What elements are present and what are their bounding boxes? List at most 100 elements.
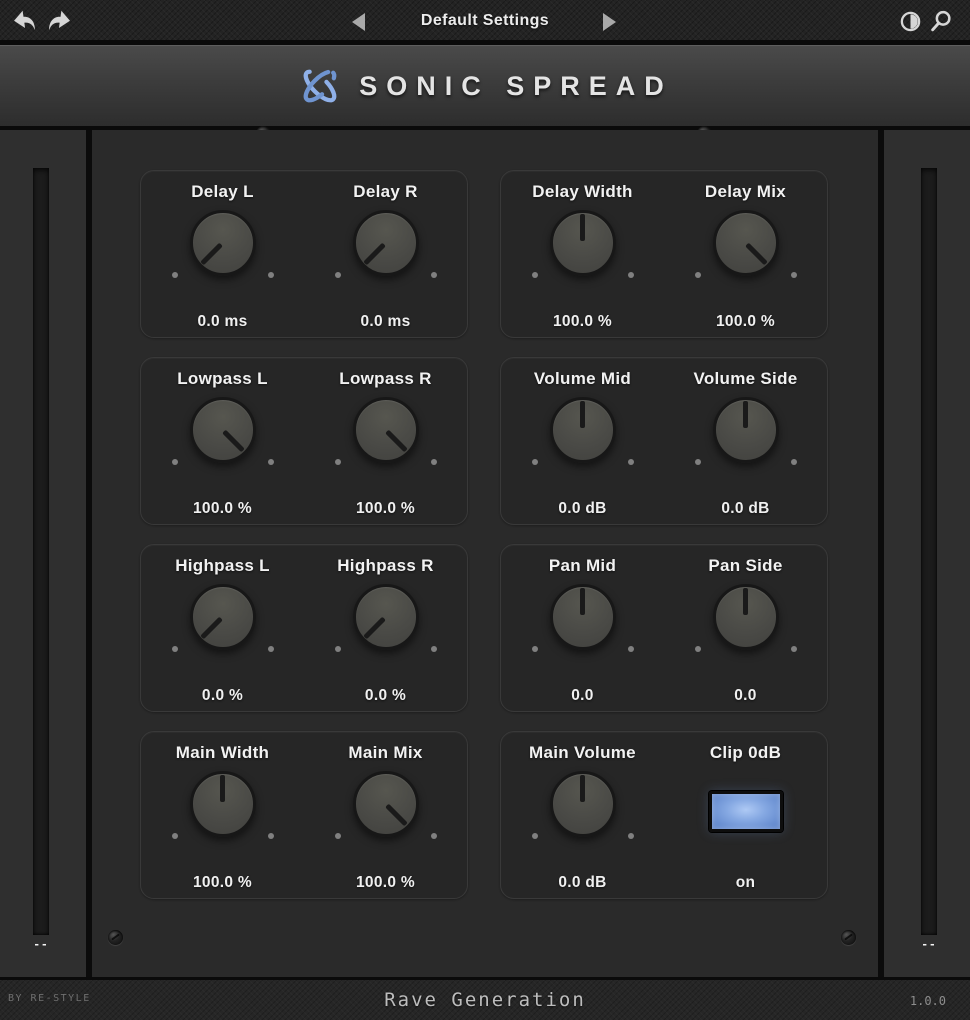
knob-cell: Delay Width 100.0 % xyxy=(501,171,664,337)
knob-group: Delay L 0.0 ms Delay R 0.0 ms xyxy=(140,170,468,338)
knob-max-dot-icon xyxy=(628,646,634,652)
footer: BY RE-STYLE Rave Generation 1.0.0 xyxy=(0,977,970,1020)
knob-pointer-icon xyxy=(385,430,408,453)
knob-row: Delay Width 100.0 % Delay Mix 100.0 % xyxy=(501,171,827,337)
knob-max-dot-icon xyxy=(268,459,274,465)
product-name: Rave Generation xyxy=(384,989,586,1011)
preset-prev-button[interactable] xyxy=(352,13,365,31)
knob[interactable] xyxy=(713,397,779,463)
knob[interactable] xyxy=(353,771,419,837)
knob-wrap xyxy=(316,769,456,865)
knob-wrap xyxy=(676,208,816,304)
meter-readout-right: -- xyxy=(917,938,941,951)
knob[interactable] xyxy=(713,584,779,650)
knob-value: 100.0 % xyxy=(553,313,612,331)
knob[interactable] xyxy=(353,584,419,650)
knob[interactable] xyxy=(713,210,779,276)
knob-row: Main Width 100.0 % Main Mix 100.0 % xyxy=(141,732,467,898)
knob-min-dot-icon xyxy=(172,833,178,839)
knob-pointer-icon xyxy=(745,243,768,266)
knob-value: 100.0 % xyxy=(716,313,775,331)
knob-wrap xyxy=(513,582,653,678)
knob-pointer-icon xyxy=(580,214,585,241)
knob-min-dot-icon xyxy=(335,459,341,465)
knob-cell: Volume Mid 0.0 dB xyxy=(501,358,664,524)
knob-value: 100.0 % xyxy=(193,874,252,892)
panel-screw-left xyxy=(108,930,123,945)
knob-label: Highpass L xyxy=(175,556,270,578)
knob-min-dot-icon xyxy=(172,272,178,278)
knob[interactable] xyxy=(190,397,256,463)
knob-value: 0.0 dB xyxy=(558,874,606,892)
knob-wrap xyxy=(316,582,456,678)
knob-row: Pan Mid 0.0 Pan Side 0.0 xyxy=(501,545,827,711)
knob[interactable] xyxy=(353,397,419,463)
clip-toggle-button[interactable] xyxy=(709,791,783,832)
knob-max-dot-icon xyxy=(628,459,634,465)
sonic-spread-logo-icon xyxy=(297,63,343,109)
knob-min-dot-icon xyxy=(335,646,341,652)
knob[interactable] xyxy=(550,397,616,463)
knob-pointer-icon xyxy=(222,430,245,453)
preset-next-icon xyxy=(603,13,616,31)
knob-max-dot-icon xyxy=(791,459,797,465)
titlebar: Default Settings xyxy=(0,0,970,45)
knob-max-dot-icon xyxy=(628,833,634,839)
knob-pointer-icon xyxy=(363,617,386,640)
undo-button[interactable] xyxy=(12,7,40,42)
knob[interactable] xyxy=(550,210,616,276)
knob-cell: Delay R 0.0 ms xyxy=(304,171,467,337)
knob-max-dot-icon xyxy=(431,833,437,839)
knob[interactable] xyxy=(550,771,616,837)
knob-row: Delay L 0.0 ms Delay R 0.0 ms xyxy=(141,171,467,337)
knob-pointer-icon xyxy=(200,617,223,640)
knob-value: 100.0 % xyxy=(193,500,252,518)
knob[interactable] xyxy=(190,771,256,837)
preset-name[interactable]: Default Settings xyxy=(421,12,549,30)
knob-wrap xyxy=(316,395,456,491)
knob[interactable] xyxy=(190,584,256,650)
knob-pointer-icon xyxy=(363,243,386,266)
knob-wrap xyxy=(513,395,653,491)
knob[interactable] xyxy=(190,210,256,276)
knob-wrap xyxy=(513,769,653,865)
knob-label: Lowpass R xyxy=(339,369,431,391)
knob[interactable] xyxy=(550,584,616,650)
contrast-button[interactable] xyxy=(899,10,922,38)
knob-value: 0.0 % xyxy=(202,687,243,705)
panel-screw-right xyxy=(841,930,856,945)
knob-max-dot-icon xyxy=(268,646,274,652)
developer-credit: BY RE-STYLE xyxy=(8,993,91,1004)
plugin-title: SONIC SPREAD xyxy=(359,71,673,102)
header: SONIC SPREAD xyxy=(0,45,970,131)
knob-label: Delay Mix xyxy=(705,182,786,204)
knob-cell: Pan Side 0.0 xyxy=(664,545,827,711)
knob-value: 0.0 xyxy=(571,687,593,705)
knob-cell: Lowpass R 100.0 % xyxy=(304,358,467,524)
knob-value: 0.0 xyxy=(734,687,756,705)
redo-button[interactable] xyxy=(44,7,72,42)
knob[interactable] xyxy=(353,210,419,276)
zoom-button[interactable] xyxy=(928,9,953,39)
toggle-cell: Clip 0dB on xyxy=(664,732,827,898)
knob-cell: Main Mix 100.0 % xyxy=(304,732,467,898)
knob-cell: Main Volume 0.0 dB xyxy=(501,732,664,898)
knob-value: 0.0 dB xyxy=(721,500,769,518)
knob-value: 0.0 ms xyxy=(360,313,410,331)
knob-label: Highpass R xyxy=(337,556,434,578)
knob-cell: Main Width 100.0 % xyxy=(141,732,304,898)
knob-label: Pan Side xyxy=(708,556,782,578)
knob-group: Delay Width 100.0 % Delay Mix 100.0 % xyxy=(500,170,828,338)
knob-label: Delay L xyxy=(191,182,254,204)
knob-cell: Delay L 0.0 ms xyxy=(141,171,304,337)
knob-value: 100.0 % xyxy=(356,874,415,892)
knob-max-dot-icon xyxy=(431,272,437,278)
preset-next-button[interactable] xyxy=(603,13,616,31)
knob-max-dot-icon xyxy=(268,272,274,278)
knob-max-dot-icon xyxy=(431,646,437,652)
knob-cell: Volume Side 0.0 dB xyxy=(664,358,827,524)
plugin-window: Default Settings SONIC xyxy=(0,0,970,1020)
knob-pointer-icon xyxy=(580,401,585,428)
knob-min-dot-icon xyxy=(335,272,341,278)
knob-pointer-icon xyxy=(220,775,225,802)
